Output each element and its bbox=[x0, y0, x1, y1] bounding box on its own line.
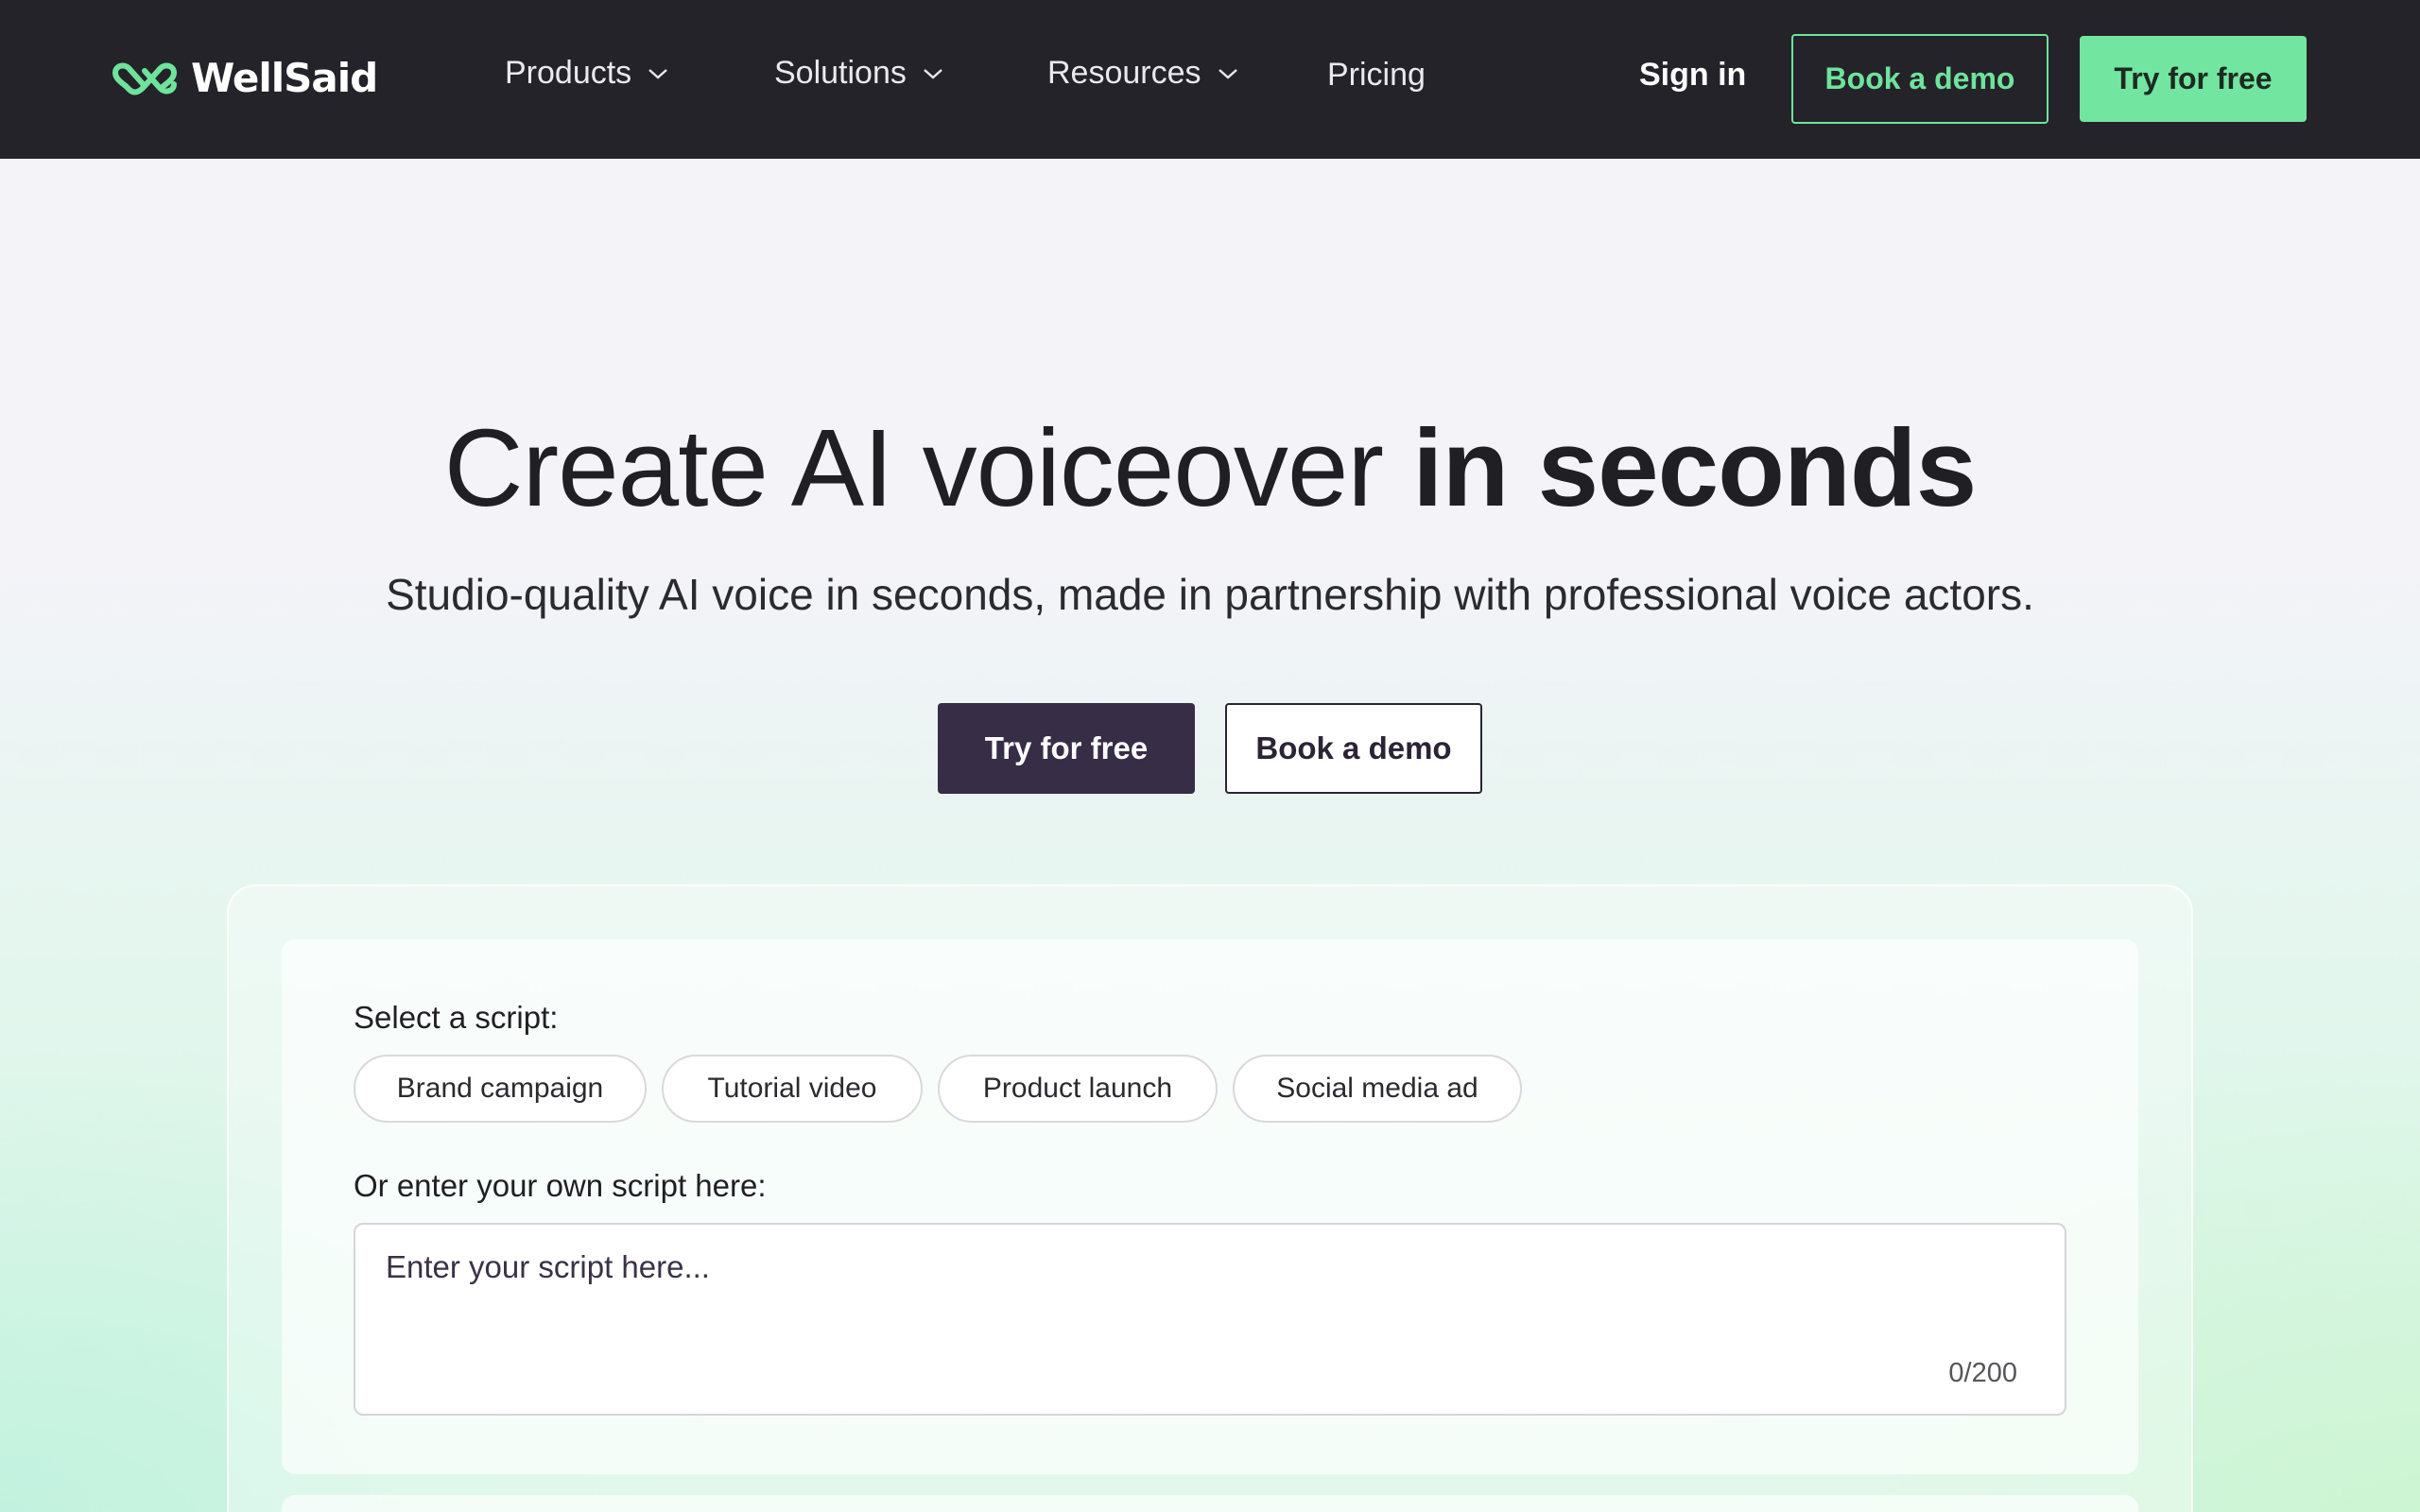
nav-item-label: Products bbox=[505, 55, 632, 91]
wellsaid-logo-icon bbox=[112, 62, 177, 95]
script-chip-brand-campaign[interactable]: Brand campaign bbox=[354, 1055, 647, 1123]
script-chip-product-launch[interactable]: Product launch bbox=[938, 1055, 1218, 1123]
chevron-down-icon bbox=[648, 68, 667, 79]
hero-try-free-button[interactable]: Try for free bbox=[938, 703, 1195, 794]
sign-in-link[interactable]: Sign in bbox=[1639, 57, 1746, 94]
nav-book-demo-button[interactable]: Book a demo bbox=[1791, 34, 2048, 124]
hero-title-regular: Create AI voiceover bbox=[443, 406, 1413, 529]
nav-item-solutions[interactable]: Solutions bbox=[774, 55, 944, 92]
script-input-box: 0/200 bbox=[354, 1223, 2066, 1416]
voice-panel bbox=[282, 1495, 2138, 1512]
select-script-label: Select a script: bbox=[354, 1000, 559, 1035]
chevron-down-icon bbox=[924, 68, 942, 79]
logo-wordmark: WellSaid bbox=[191, 55, 378, 101]
script-chip-tutorial-video[interactable]: Tutorial video bbox=[662, 1055, 923, 1123]
hero-subtitle: Studio-quality AI voice in seconds, made… bbox=[386, 570, 2034, 619]
own-script-label: Or enter your own script here: bbox=[354, 1168, 767, 1203]
character-count: 0/200 bbox=[1948, 1358, 2017, 1388]
nav-item-label: Pricing bbox=[1327, 57, 1426, 93]
nav-try-free-button[interactable]: Try for free bbox=[2080, 36, 2307, 122]
wellsaid-logo[interactable]: WellSaid bbox=[112, 55, 378, 101]
nav-item-label: Solutions bbox=[774, 55, 907, 91]
script-chip-social-media-ad[interactable]: Social media ad bbox=[1233, 1055, 1522, 1123]
top-navigation: WellSaid Products Solutions Resources Pr… bbox=[0, 0, 2420, 159]
hero-title: Create AI voiceover in seconds bbox=[0, 404, 2420, 531]
hero-title-bold: in seconds bbox=[1412, 406, 1977, 529]
hero-book-demo-button[interactable]: Book a demo bbox=[1225, 703, 1482, 794]
nav-item-label: Resources bbox=[1047, 55, 1201, 91]
nav-item-products[interactable]: Products bbox=[505, 55, 669, 92]
nav-item-resources[interactable]: Resources bbox=[1047, 55, 1239, 92]
chevron-down-icon bbox=[1218, 68, 1237, 79]
nav-item-pricing[interactable]: Pricing bbox=[1327, 57, 1426, 94]
script-textarea[interactable] bbox=[386, 1249, 2031, 1363]
